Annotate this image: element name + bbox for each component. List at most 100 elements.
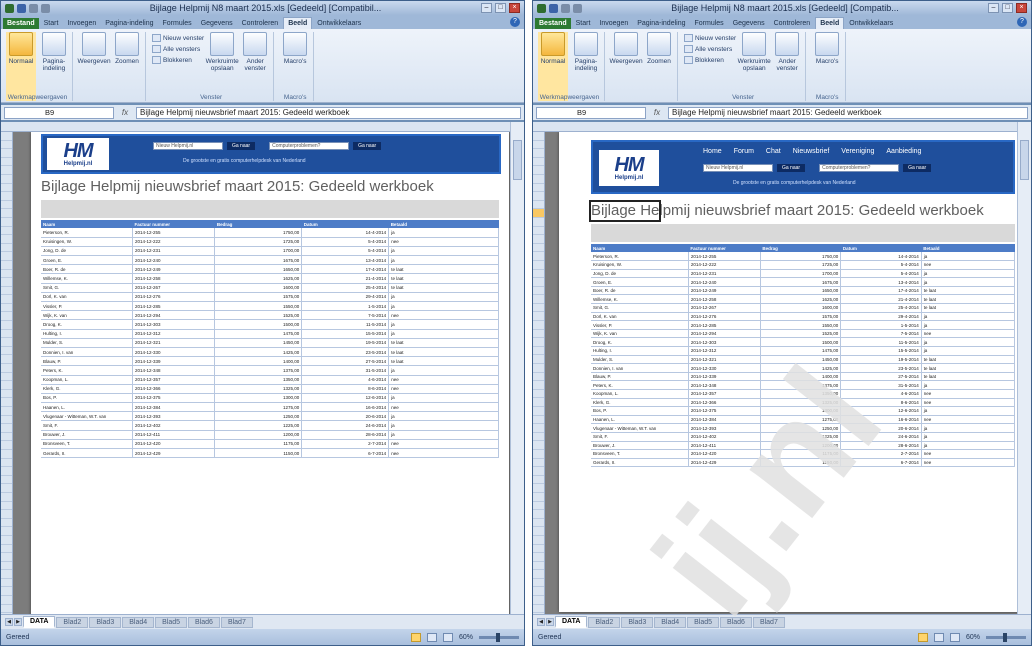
row-number[interactable] <box>1 184 12 193</box>
cell-betaald[interactable]: ja <box>921 380 1016 390</box>
cell-datum[interactable]: 4-6-2014 <box>301 375 390 385</box>
cell-naam[interactable]: Droog, K. <box>591 337 689 348</box>
row-number[interactable] <box>1 261 12 270</box>
cell-betaald[interactable]: ja <box>388 319 499 330</box>
row-number[interactable] <box>1 545 12 554</box>
table-row[interactable]: Hulting, I. 2014-12-312 1475,00 15-5-2014 ja <box>591 346 1016 356</box>
vertical-scrollbar[interactable] <box>1017 122 1031 614</box>
active-cell-border[interactable] <box>589 200 661 222</box>
cell-betaald[interactable]: nee <box>921 449 1016 459</box>
cell-datum[interactable]: 24-6-2014 <box>301 420 390 431</box>
table-row[interactable]: Dorl, K. van 2014-12-276 1575,00 29-4-2014 j… <box>41 292 499 303</box>
cell-betaald[interactable]: ja <box>388 411 499 422</box>
sheet-tab[interactable]: Blad7 <box>752 616 785 628</box>
table-row[interactable]: Gerards, II. 2014-12-429 1150,00 6-7-2014 ne… <box>591 458 1016 468</box>
sheet-tab[interactable]: Blad2 <box>56 616 89 628</box>
row-number[interactable] <box>533 184 544 193</box>
row-number[interactable] <box>533 347 544 356</box>
row-number[interactable] <box>533 252 544 261</box>
normal-view-button[interactable] <box>917 632 928 642</box>
name-box[interactable]: B9 <box>4 106 114 119</box>
zoom-slider[interactable] <box>479 632 519 642</box>
cell-betaald[interactable]: ja <box>921 277 1016 287</box>
problem-button[interactable]: Ga naar <box>903 164 932 172</box>
cell-datum[interactable]: 17-4-2014 <box>840 286 922 296</box>
cell-datum[interactable]: 29-4-2014 <box>301 292 390 303</box>
cell-naam[interactable]: Pieterson, R. <box>591 252 689 262</box>
cell-factuur[interactable]: 2014-12-411 <box>688 441 761 451</box>
table-row[interactable]: Boer, R. de 2014-12-249 1650,00 17-4-2014 te… <box>591 286 1016 296</box>
table-row[interactable]: Klerk, G. 2014-12-366 1325,00 8-6-2014 nee <box>591 398 1016 408</box>
row-number[interactable] <box>533 484 544 493</box>
row-number[interactable] <box>1 570 12 579</box>
cell-factuur[interactable]: 2014-12-357 <box>132 375 216 385</box>
table-row[interactable]: Koopman, L. 2014-12-357 1350,00 4-6-2014 nee <box>591 389 1016 399</box>
row-number[interactable] <box>533 476 544 485</box>
row-number[interactable] <box>1 605 12 614</box>
cell-betaald[interactable]: ja <box>388 228 499 238</box>
cell-datum[interactable]: 6-7-2014 <box>301 448 390 459</box>
row-numbers[interactable] <box>1 132 13 614</box>
row-number[interactable] <box>1 347 12 356</box>
cell-naam[interactable]: Hulting, I. <box>591 346 689 356</box>
table-row[interactable]: Mulder, S. 2014-12-321 1450,00 19-5-2014 te … <box>591 355 1016 365</box>
zoom-slider[interactable] <box>986 632 1026 642</box>
cell-bedrag[interactable]: 1325,00 <box>760 398 842 408</box>
cell-betaald[interactable]: ja <box>388 365 499 376</box>
cell-datum[interactable]: 4-6-2014 <box>840 389 922 399</box>
row-number[interactable] <box>533 596 544 605</box>
cell-factuur[interactable]: 2014-12-429 <box>132 448 216 459</box>
nav-vereniging[interactable]: Vereniging <box>841 148 874 155</box>
table-row[interactable]: Brouwer, J. 2014-12-411 1200,00 28-6-2014 ja <box>591 441 1016 451</box>
cell-datum[interactable]: 1-5-2014 <box>840 320 922 330</box>
normaal-button[interactable]: Normaal <box>6 32 36 101</box>
nav-home[interactable]: Home <box>703 148 722 155</box>
cell-betaald[interactable]: ja <box>388 301 499 312</box>
tab-formules[interactable]: Formules <box>691 18 728 29</box>
minimize-button[interactable]: – <box>988 3 999 13</box>
row-number[interactable] <box>1 467 12 476</box>
maximize-button[interactable]: □ <box>1002 3 1013 13</box>
tab-start[interactable]: Start <box>40 18 63 29</box>
row-number[interactable] <box>533 433 544 442</box>
cell-factuur[interactable]: 2014-12-348 <box>688 380 761 390</box>
cell-factuur[interactable]: 2014-12-258 <box>688 294 761 305</box>
cell-naam[interactable]: Smit, F. <box>41 420 133 431</box>
sheet-tab[interactable]: Blad5 <box>155 616 188 628</box>
cell-datum[interactable]: 28-6-2014 <box>301 430 390 440</box>
nav-forum[interactable]: Forum <box>734 148 754 155</box>
cell-bedrag[interactable]: 1400,00 <box>760 372 842 382</box>
cell-factuur[interactable]: 2014-12-321 <box>688 355 761 365</box>
cell-betaald[interactable]: te laat <box>921 355 1016 365</box>
cell-betaald[interactable]: nee <box>921 389 1016 399</box>
zoomen-button[interactable]: Zoomen <box>644 32 674 101</box>
cell-naam[interactable]: Vlugenaar - Witteman, W.T. van <box>591 423 689 433</box>
cell-datum[interactable]: 27-5-2014 <box>840 372 922 382</box>
row-number[interactable] <box>533 287 544 296</box>
cell-datum[interactable]: 19-5-2014 <box>301 338 390 348</box>
row-number[interactable] <box>1 235 12 244</box>
column-headers[interactable] <box>1 122 524 132</box>
cell-bedrag[interactable]: 1225,00 <box>760 432 842 442</box>
last-sheet-icon[interactable]: ▶ <box>546 618 554 626</box>
cell-betaald[interactable]: te laat <box>921 294 1016 305</box>
cell-bedrag[interactable]: 1575,00 <box>760 312 842 322</box>
cell-naam[interactable]: Bronsveen, T. <box>591 449 689 459</box>
table-row[interactable]: Donnien, I. van 2014-12-330 1425,00 23-5-20… <box>41 347 499 358</box>
normal-view-button[interactable] <box>410 632 421 642</box>
first-sheet-icon[interactable]: ◀ <box>537 618 545 626</box>
help-icon[interactable]: ? <box>510 17 520 27</box>
cell-naam[interactable]: Willemse, K. <box>591 294 689 305</box>
table-row[interactable]: Droog, K. 2014-12-303 1500,00 11-5-2014 ja <box>591 337 1016 348</box>
row-number[interactable] <box>1 252 12 261</box>
cell-bedrag[interactable]: 1475,00 <box>214 329 303 339</box>
cell-bedrag[interactable]: 1200,00 <box>760 441 842 451</box>
row-number[interactable] <box>533 562 544 571</box>
row-number[interactable] <box>533 304 544 313</box>
zoomen-button[interactable]: Zoomen <box>112 32 142 101</box>
cell-naam[interactable]: Hulting, I. <box>41 329 133 339</box>
table-row[interactable]: Klerk, G. 2014-12-366 1325,00 8-6-2014 nee <box>41 384 499 394</box>
search-button[interactable]: Ga naar <box>777 164 806 172</box>
cell-bedrag[interactable]: 1150,00 <box>214 448 303 459</box>
row-number[interactable] <box>1 484 12 493</box>
